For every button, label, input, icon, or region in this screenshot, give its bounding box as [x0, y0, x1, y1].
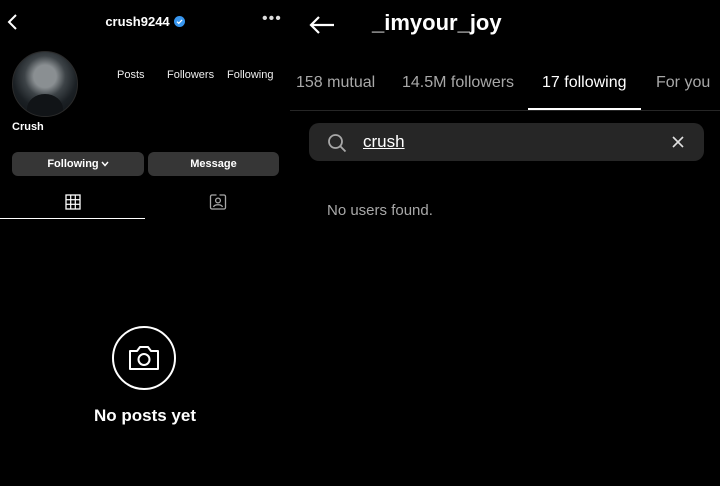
verified-badge-icon — [173, 16, 185, 27]
search-bar[interactable] — [309, 123, 704, 161]
tab-for-you[interactable]: For you — [656, 74, 710, 92]
camera-icon — [129, 346, 159, 370]
followers-stat-label[interactable]: Followers — [167, 69, 214, 81]
grid-icon — [64, 194, 81, 210]
active-tab-indicator — [528, 108, 641, 110]
message-button-label: Message — [190, 158, 237, 170]
profile-username-header: crush9244 — [0, 14, 290, 29]
clear-search-icon[interactable] — [671, 135, 685, 149]
profile-avatar[interactable] — [12, 51, 78, 117]
message-button[interactable]: Message — [148, 152, 279, 176]
search-icon — [328, 134, 347, 153]
chevron-down-icon — [101, 161, 109, 167]
tab-posts-grid[interactable] — [0, 186, 145, 219]
tab-following[interactable]: 17 following — [542, 74, 627, 92]
profile-display-name: Crush — [12, 121, 44, 133]
tab-followers[interactable]: 14.5M followers — [402, 74, 514, 92]
posts-stat-label[interactable]: Posts — [117, 69, 145, 81]
tab-tagged[interactable] — [145, 186, 290, 218]
tab-mutual[interactable]: 158 mutual — [296, 74, 375, 92]
tagged-person-icon — [209, 194, 226, 210]
profile-pane: crush9244 ••• Posts Followers Following … — [0, 0, 290, 486]
following-button-label: Following — [47, 158, 99, 170]
profile-username: crush9244 — [105, 14, 170, 29]
back-arrow-icon[interactable] — [308, 14, 336, 36]
no-posts-message: No posts yet — [93, 406, 197, 425]
following-stat-label[interactable]: Following — [227, 69, 273, 81]
more-options-icon[interactable]: ••• — [262, 10, 282, 28]
search-input[interactable] — [363, 131, 653, 153]
camera-placeholder — [112, 326, 176, 390]
follow-tabs: 158 mutual 14.5M followers 17 following … — [290, 66, 720, 111]
no-users-message: No users found. — [327, 202, 433, 219]
following-button[interactable]: Following — [12, 152, 144, 176]
following-list-pane: _imyour_joy 158 mutual 14.5M followers 1… — [290, 0, 720, 486]
page-title: _imyour_joy — [372, 10, 502, 35]
